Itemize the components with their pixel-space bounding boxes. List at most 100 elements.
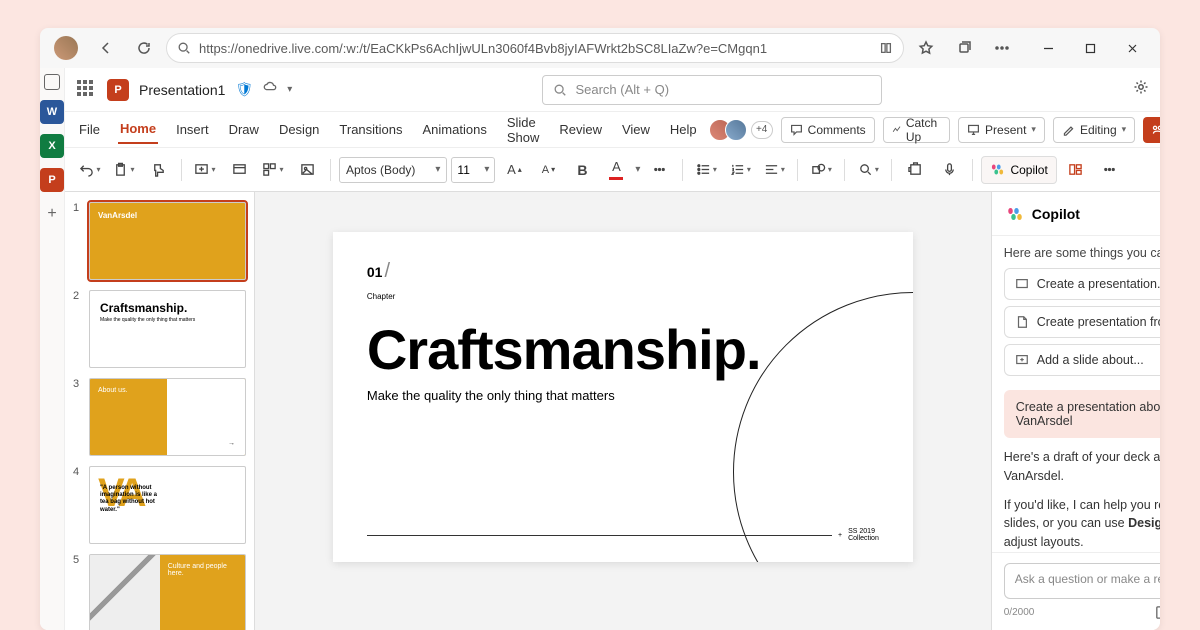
designer-button[interactable] (1061, 155, 1091, 185)
excel-app-icon[interactable]: X (40, 134, 64, 158)
paste-button[interactable]: ▾ (109, 155, 139, 185)
section-button[interactable]: ▾ (258, 155, 288, 185)
shapes-button[interactable]: ▾ (806, 155, 836, 185)
thumb-number: 5 (73, 554, 83, 630)
copilot-suggestion[interactable]: Create a presentation... (1004, 268, 1160, 300)
present-button[interactable]: Present▾ (958, 117, 1045, 143)
maximize-button[interactable] (1070, 32, 1110, 64)
thumb-number: 2 (73, 290, 83, 368)
minimize-button[interactable] (1028, 32, 1068, 64)
menu-design[interactable]: Design (277, 116, 321, 143)
menu-view[interactable]: View (620, 116, 652, 143)
share-button[interactable]: Share▾ (1143, 117, 1160, 143)
bullets-button[interactable]: ▾ (691, 155, 721, 185)
search-placeholder: Search (Alt + Q) (575, 82, 669, 97)
favorites-icon[interactable] (910, 32, 942, 64)
url-text: https://onedrive.live.com/:w:/t/EaCKkPs6… (199, 41, 767, 56)
new-slide-button[interactable]: ▾ (190, 155, 220, 185)
ribbon: ▾ ▾ ▾ ▾ Aptos (Body)▾ 11▾ A▴ A▾ B A ▾ ▾ … (65, 148, 1160, 192)
copilot-button[interactable]: Copilot (981, 156, 1056, 184)
find-button[interactable]: ▾ (853, 155, 883, 185)
more-font-icon[interactable] (644, 155, 674, 185)
save-status-icon[interactable] (263, 80, 277, 99)
menu-home[interactable]: Home (118, 115, 158, 144)
sensitivity-shield-icon[interactable]: 🛡 (235, 81, 253, 98)
search-box[interactable]: Search (Alt + Q) (542, 75, 882, 105)
layout-button[interactable] (224, 155, 254, 185)
menu-draw[interactable]: Draw (227, 116, 261, 143)
slide-thumb-4[interactable]: VA"A person without imagination is like … (89, 466, 246, 544)
refresh-button[interactable] (128, 32, 160, 64)
powerpoint-app-icon[interactable]: P (40, 168, 64, 192)
menu-help[interactable]: Help (668, 116, 699, 143)
font-color-button[interactable]: A (601, 155, 631, 185)
slide-thumb-1[interactable]: VanArsdel (89, 202, 246, 280)
menu-animations[interactable]: Animations (421, 116, 489, 143)
powerpoint-badge: P (107, 79, 129, 101)
thumb-number: 3 (73, 378, 83, 456)
app-launcher-icon[interactable] (77, 80, 97, 100)
profile-avatar[interactable] (54, 36, 78, 60)
word-app-icon[interactable]: W (40, 100, 64, 124)
menu-insert[interactable]: Insert (174, 116, 211, 143)
slide-footer: +SS 2019Collection (367, 528, 879, 542)
ribbon-more-icon[interactable] (1095, 155, 1125, 185)
copilot-suggestion[interactable]: Create presentation from file... (1004, 306, 1160, 338)
slide-thumb-3[interactable]: About us.→ (89, 378, 246, 456)
bold-button[interactable]: B (567, 155, 597, 185)
copilot-icon (990, 162, 1005, 177)
undo-button[interactable]: ▾ (75, 155, 105, 185)
back-button[interactable] (90, 32, 122, 64)
document-title[interactable]: Presentation1 (139, 82, 225, 98)
collab-more[interactable]: +4 (751, 121, 773, 139)
search-icon (177, 41, 191, 55)
tab-icon[interactable] (44, 74, 60, 90)
menu-review[interactable]: Review (557, 116, 604, 143)
menu-slideshow[interactable]: Slide Show (505, 109, 542, 151)
thumb-number: 1 (73, 202, 83, 280)
align-button[interactable]: ▾ (759, 155, 789, 185)
slide-thumb-5[interactable]: Culture and people here. (89, 554, 246, 630)
copilot-icon (1006, 205, 1024, 223)
addins-button[interactable] (900, 155, 930, 185)
slide-thumb-2[interactable]: Craftsmanship.Make the quality the only … (89, 290, 246, 368)
catchup-button[interactable]: Catch Up (883, 117, 950, 143)
copilot-input[interactable]: Ask a question or make a request. (1004, 563, 1160, 599)
increase-font-button[interactable]: A▴ (499, 155, 529, 185)
slide-number: 01 (367, 264, 383, 280)
slide-thumbnails: 1VanArsdel 2Craftsmanship.Make the quali… (65, 192, 255, 630)
close-button[interactable] (1112, 32, 1152, 64)
menu-file[interactable]: File (77, 116, 102, 143)
format-painter-button[interactable] (143, 155, 173, 185)
copilot-title: Copilot (1032, 206, 1080, 222)
app-siderail: W X P + (40, 68, 65, 630)
copilot-response: If you'd like, I can help you rewrite sl… (1004, 496, 1160, 552)
collab-avatar (725, 119, 747, 141)
char-counter: 0/2000 (1004, 607, 1035, 618)
collections-icon[interactable] (948, 32, 980, 64)
attach-icon[interactable] (1154, 605, 1160, 620)
comments-button[interactable]: Comments (781, 117, 875, 143)
reading-icon[interactable] (879, 41, 893, 55)
current-slide[interactable]: 01/Chapter Craftsmanship. Make the quali… (333, 232, 913, 562)
font-size-selector[interactable]: 11▾ (451, 157, 495, 183)
title-dropdown-icon[interactable]: ▾ (287, 84, 292, 95)
address-bar[interactable]: https://onedrive.live.com/:w:/t/EaCKkPs6… (166, 33, 904, 63)
copilot-suggestion[interactable]: Add a slide about... (1004, 344, 1160, 376)
decrease-font-button[interactable]: A▾ (533, 155, 563, 185)
add-app-icon[interactable]: + (40, 202, 64, 226)
window-controls (1028, 32, 1152, 64)
menu-bar: File Home Insert Draw Design Transitions… (65, 112, 1160, 148)
numbering-button[interactable]: ▾ (725, 155, 755, 185)
copilot-intro: Here are some things you can try... (1004, 246, 1160, 260)
menu-transitions[interactable]: Transitions (337, 116, 404, 143)
collaborators[interactable]: +4 (715, 119, 773, 141)
editing-mode-button[interactable]: Editing▾ (1053, 117, 1135, 143)
more-icon[interactable] (986, 32, 1018, 64)
picture-button[interactable] (292, 155, 322, 185)
font-selector[interactable]: Aptos (Body)▾ (339, 157, 447, 183)
font-color-dropdown[interactable]: ▾ (635, 164, 640, 175)
dictate-button[interactable] (934, 155, 964, 185)
settings-icon[interactable] (1133, 79, 1149, 100)
slide-canvas[interactable]: 01/Chapter Craftsmanship. Make the quali… (255, 192, 991, 630)
